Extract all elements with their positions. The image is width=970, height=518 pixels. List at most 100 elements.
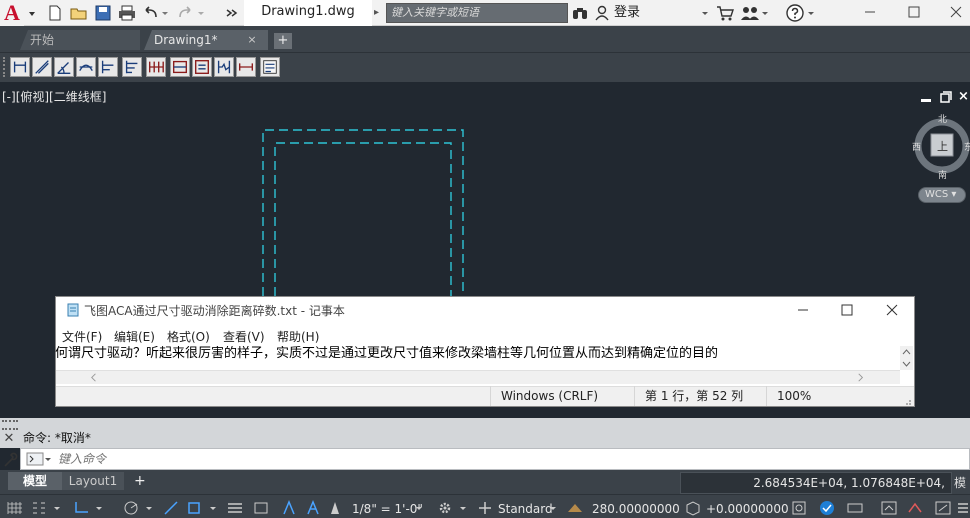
dim-ordinate-icon[interactable]: [98, 57, 118, 77]
notepad-menu-format[interactable]: 格式(O): [167, 328, 210, 345]
menu-icon[interactable]: [954, 500, 970, 516]
polar-caret-icon[interactable]: [144, 500, 154, 516]
dim-angular-icon[interactable]: [54, 57, 74, 77]
command-line-close-icon[interactable]: ✕: [2, 432, 16, 446]
cut-plane-icon[interactable]: [684, 500, 702, 516]
dim-continue-icon[interactable]: [146, 57, 166, 77]
annotation-autoscale-icon[interactable]: [304, 500, 322, 516]
annotation-scale-icon[interactable]: [326, 500, 344, 516]
viewport-restore-icon[interactable]: [940, 91, 952, 103]
notepad-menu-view[interactable]: 查看(V): [223, 328, 265, 345]
scale-caret-icon[interactable]: [414, 500, 424, 516]
dim-aligned-icon[interactable]: [32, 57, 52, 77]
notepad-maximize-icon[interactable]: [840, 303, 854, 317]
snap-caret-icon[interactable]: [52, 500, 62, 516]
customization-icon[interactable]: [906, 500, 924, 516]
isolate-objects-icon[interactable]: [818, 500, 836, 516]
search-input[interactable]: 键入关键字或短语: [386, 3, 568, 23]
redo-icon[interactable]: [176, 5, 194, 21]
dim-linear-icon[interactable]: [10, 57, 30, 77]
command-input[interactable]: [58, 450, 938, 468]
command-line-grip[interactable]: [2, 420, 18, 430]
command-prompt-icon[interactable]: [26, 452, 44, 466]
tab-model[interactable]: 模型: [8, 472, 62, 490]
dim-update-icon[interactable]: [236, 57, 256, 77]
command-recent-caret-icon[interactable]: [44, 452, 52, 466]
new-tab-button[interactable]: +: [274, 33, 292, 49]
plus-icon[interactable]: [476, 500, 494, 516]
tab-layout1[interactable]: Layout1: [62, 472, 124, 490]
dim-arc-icon[interactable]: [76, 57, 96, 77]
minimize-icon[interactable]: [860, 2, 880, 22]
notepad-close-icon[interactable]: [884, 302, 900, 318]
tab-close-icon[interactable]: ×: [246, 34, 258, 46]
style-caret-icon[interactable]: [548, 500, 558, 516]
save-icon[interactable]: [94, 5, 112, 21]
gear-caret-icon[interactable]: [458, 500, 468, 516]
annotation-visibility-icon[interactable]: [280, 500, 298, 516]
notepad-menu-file[interactable]: 文件(F): [62, 328, 102, 345]
ortho-icon[interactable]: [72, 500, 90, 516]
undo-icon[interactable]: [142, 5, 160, 21]
help-caret-icon[interactable]: [806, 4, 816, 22]
hardware-acceleration-icon[interactable]: [846, 500, 864, 516]
dim-jogged-icon[interactable]: [214, 57, 234, 77]
community-caret-icon[interactable]: [760, 4, 770, 22]
login-caret-icon[interactable]: [700, 4, 710, 22]
ortho-caret-icon[interactable]: [94, 500, 104, 516]
more-commands-icon[interactable]: [222, 5, 240, 21]
viewport-close-icon[interactable]: ×: [958, 90, 970, 104]
redo-caret-icon[interactable]: [196, 5, 206, 21]
wrench-icon[interactable]: [2, 452, 18, 468]
community-icon[interactable]: [740, 5, 760, 21]
binoculars-icon[interactable]: [572, 5, 588, 21]
polar-tracking-icon[interactable]: [122, 500, 140, 516]
offset-value[interactable]: +0.00000000: [706, 501, 789, 517]
lineweight-icon[interactable]: [226, 500, 244, 516]
maximize-icon[interactable]: [904, 2, 924, 22]
isodraft-icon[interactable]: [162, 500, 180, 516]
login-link[interactable]: 登录: [614, 0, 640, 26]
grid-icon[interactable]: [6, 500, 24, 516]
close-icon[interactable]: [946, 2, 966, 22]
viewcube-top-face[interactable]: 上: [937, 138, 948, 154]
notepad-horizontal-scrollbar[interactable]: [56, 370, 900, 384]
workspace-icon[interactable]: [790, 500, 808, 516]
undo-caret-icon[interactable]: [160, 5, 170, 21]
cart-icon[interactable]: [716, 5, 734, 21]
user-icon[interactable]: [594, 5, 610, 21]
object-snap-icon[interactable]: [186, 500, 204, 516]
notepad-menu-help[interactable]: 帮助(H): [277, 328, 319, 345]
gear-icon[interactable]: [436, 500, 454, 516]
view-controls-label[interactable]: [-][俯视][二维线框]: [2, 88, 106, 105]
wcs-menu-button[interactable]: WCS ▾: [918, 187, 966, 203]
clean-screen-icon[interactable]: [880, 500, 898, 516]
notepad-vertical-scrollbar[interactable]: [900, 346, 913, 370]
snap-icon[interactable]: [30, 500, 48, 516]
model-space-button[interactable]: 模: [954, 474, 966, 491]
viewport-minimize-icon[interactable]: [920, 92, 932, 104]
dim-baseline-icon[interactable]: [122, 57, 142, 77]
open-folder-icon[interactable]: [70, 5, 88, 21]
print-icon[interactable]: [118, 5, 136, 21]
app-menu-caret-icon[interactable]: [26, 4, 38, 22]
dim-style-icon[interactable]: [260, 57, 280, 77]
object-snap-caret-icon[interactable]: [208, 500, 218, 516]
viewcube[interactable]: 北 南 西 东 上: [910, 112, 970, 181]
tab-start[interactable]: 开始: [20, 30, 140, 50]
toolbar-grip[interactable]: [3, 57, 7, 77]
notepad-minimize-icon[interactable]: [796, 303, 810, 317]
transparency-icon[interactable]: [252, 500, 270, 516]
style-selector[interactable]: Standard: [498, 501, 553, 517]
notepad-text-area[interactable]: 何谓尺寸驱动？听起来很厉害的样子，实质不过是通过更改尺寸值来修改梁墙柱等几何位置…: [55, 346, 901, 364]
new-file-icon[interactable]: [46, 5, 64, 21]
notepad-resize-grip[interactable]: [902, 396, 912, 406]
elevation-value[interactable]: 280.00000000: [592, 501, 680, 517]
notepad-menu-edit[interactable]: 编辑(E): [114, 328, 155, 345]
dim-space-icon[interactable]: [192, 57, 212, 77]
dim-break-icon[interactable]: [170, 57, 190, 77]
annotation-scale-value[interactable]: 1/8" = 1'-0": [352, 501, 423, 517]
app-logo-icon[interactable]: A: [0, 0, 24, 26]
elevation-icon[interactable]: [566, 500, 584, 516]
add-layout-button[interactable]: +: [134, 472, 148, 490]
